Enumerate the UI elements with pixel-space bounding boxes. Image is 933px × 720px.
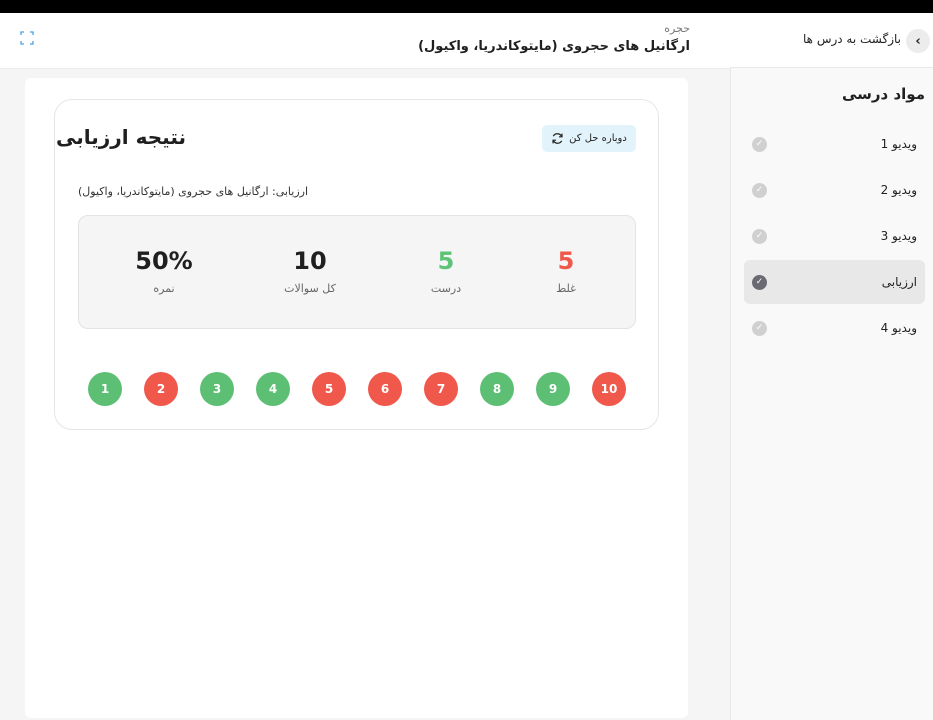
check-icon: ✓ (752, 320, 767, 336)
retry-button[interactable]: دوباره حل کن (542, 125, 636, 152)
stat-right: 5 درست (391, 246, 501, 295)
answer-bubble[interactable]: 6 (368, 372, 402, 406)
back-label[interactable]: بازگشت به درس ها (803, 32, 901, 46)
answers-row: 1 2 3 4 5 6 7 8 9 10 (88, 372, 628, 408)
back-to-lessons[interactable]: ‹ بازگشت به درس ها (730, 13, 933, 68)
expand-icon[interactable] (20, 31, 34, 45)
breadcrumb[interactable]: حجره (664, 22, 690, 35)
page-title: ارگانیل های حجروی (مایتوکاندریا، واکیول) (418, 39, 690, 54)
header: حجره ارگانیل های حجروی (مایتوکاندریا، وا… (0, 13, 730, 69)
check-icon: ✓ (752, 182, 767, 198)
top-bar (0, 0, 933, 13)
stat-score-value: 50% (135, 247, 193, 275)
stat-wrong-value: 5 (557, 247, 575, 275)
stat-right-value: 5 (437, 247, 455, 275)
stat-wrong-label: غلط (556, 282, 576, 295)
answer-bubble[interactable]: 5 (312, 372, 346, 406)
answer-bubble[interactable]: 9 (536, 372, 570, 406)
sidebar-item-label: ارزیابی (881, 275, 917, 289)
stat-score: 50% نمره (109, 246, 219, 295)
stat-total: 10 کل سوالات (255, 246, 365, 295)
stat-right-label: درست (430, 282, 462, 295)
sidebar-item-video-2[interactable]: ✓ ویدیو 2 (744, 168, 925, 212)
stat-score-label: نمره (153, 282, 175, 295)
sidebar-item-assessment[interactable]: ✓ ارزیابی (744, 260, 925, 304)
answer-bubble[interactable]: 4 (256, 372, 290, 406)
answer-bubble[interactable]: 1 (88, 372, 122, 406)
chevron-left-icon[interactable]: ‹ (906, 29, 930, 53)
sidebar-item-video-4[interactable]: ✓ ویدیو 4 (744, 306, 925, 350)
answer-bubble[interactable]: 2 (144, 372, 178, 406)
result-title: نتیجه ارزیابی (56, 125, 186, 149)
sidebar-item-label: ویدیو 3 (880, 229, 917, 243)
answer-bubble[interactable]: 7 (424, 372, 458, 406)
assessment-subtitle: ارزیابی: ارگانیل های حجروی (مایتوکاندریا… (78, 185, 309, 198)
stat-total-label: کل سوالات (284, 282, 336, 295)
sidebar: ‹ بازگشت به درس ها مواد درسی ✓ ویدیو 1 ✓… (730, 13, 933, 720)
stat-total-value: 10 (293, 247, 327, 275)
sidebar-item-video-1[interactable]: ✓ ویدیو 1 (744, 122, 925, 166)
check-icon: ✓ (752, 274, 767, 290)
answer-bubble[interactable]: 3 (200, 372, 234, 406)
result-card: نتیجه ارزیابی دوباره حل کن ارزیابی: ارگا… (54, 99, 659, 430)
answer-bubble[interactable]: 10 (592, 372, 626, 406)
sidebar-item-label: ویدیو 1 (880, 137, 917, 151)
sidebar-title: مواد درسی (841, 85, 925, 103)
check-icon: ✓ (752, 228, 767, 244)
check-icon: ✓ (752, 136, 767, 152)
sidebar-item-video-3[interactable]: ✓ ویدیو 3 (744, 214, 925, 258)
retry-label: دوباره حل کن (569, 133, 627, 144)
sidebar-item-label: ویدیو 4 (880, 321, 917, 335)
stats-box: 5 غلط 5 درست 10 کل سوالات 50% نمره (78, 215, 636, 329)
answer-bubble[interactable]: 8 (480, 372, 514, 406)
sidebar-item-label: ویدیو 2 (880, 183, 917, 197)
stat-wrong: 5 غلط (511, 246, 621, 295)
refresh-icon (552, 133, 563, 144)
